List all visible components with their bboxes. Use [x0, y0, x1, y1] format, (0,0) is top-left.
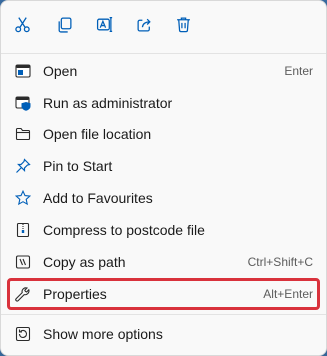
rename-icon: [96, 16, 113, 38]
menu-item-copy-as-path[interactable]: Copy as path Ctrl+Shift+C: [7, 247, 321, 277]
menu-item-add-to-favourites[interactable]: Add to Favourites: [7, 183, 321, 213]
menu-item-label: Pin to Start: [43, 158, 113, 174]
menu-item-shortcut: Ctrl+Shift+C: [247, 255, 313, 269]
menu-item-label: Copy as path: [43, 254, 126, 270]
menu-item-open-file-location[interactable]: Open file location: [7, 119, 321, 149]
copy-path-icon: [15, 254, 31, 270]
menu-item-run-as-administrator[interactable]: Run as administrator: [7, 88, 321, 118]
menu-item-shortcut: Enter: [284, 64, 313, 78]
context-menu-toolbar: [1, 1, 326, 53]
context-menu: Open Enter Run as administrator Open fil…: [0, 0, 327, 356]
menu-item-label: Show more options: [43, 326, 163, 342]
menu-item-label: Compress to postcode file: [43, 222, 205, 238]
menu-item-label: Run as administrator: [43, 95, 173, 111]
shield-icon: [15, 95, 31, 111]
menu-item-label: Open: [43, 63, 78, 79]
copy-icon: [56, 16, 73, 38]
share-button[interactable]: [128, 11, 160, 43]
menu-item-label: Add to Favourites: [43, 190, 153, 206]
share-icon: [136, 16, 153, 38]
open-window-icon: [15, 63, 31, 79]
separator: [1, 53, 326, 54]
cut-button[interactable]: [6, 11, 38, 43]
menu-item-open[interactable]: Open Enter: [7, 56, 321, 86]
delete-button[interactable]: [167, 11, 199, 43]
copy-button[interactable]: [48, 11, 80, 43]
menu-item-pin-to-start[interactable]: Pin to Start: [7, 151, 321, 181]
trash-icon: [175, 16, 192, 38]
zip-file-icon: [15, 222, 31, 238]
folder-icon: [15, 126, 31, 142]
menu-item-compress[interactable]: Compress to postcode file: [7, 215, 321, 245]
menu-item-label: Open file location: [43, 126, 152, 142]
more-options-icon: [15, 326, 31, 342]
separator: [1, 314, 326, 315]
scissors-icon: [14, 16, 31, 38]
rename-button[interactable]: [88, 11, 120, 43]
properties-highlight-box: [7, 278, 320, 310]
menu-item-show-more-options[interactable]: Show more options: [7, 319, 321, 349]
star-icon: [15, 190, 31, 206]
pin-icon: [15, 158, 31, 174]
